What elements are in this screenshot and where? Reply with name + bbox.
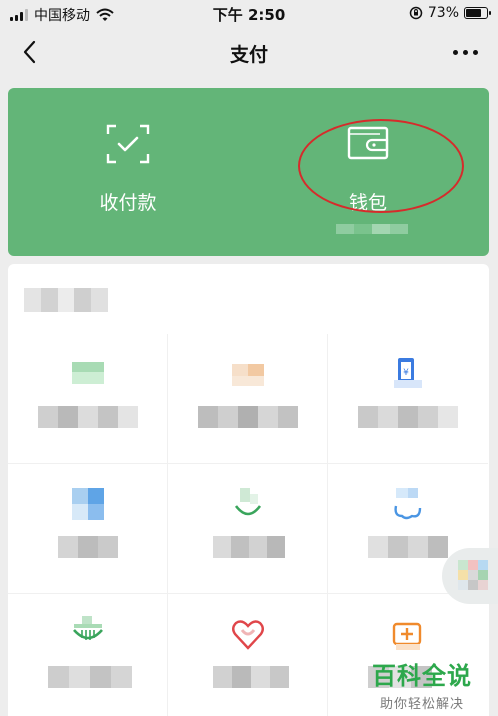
service-tile[interactable]	[8, 594, 168, 716]
battery-percent: 73%	[427, 5, 459, 21]
service-label	[213, 536, 285, 558]
service-tile[interactable]	[168, 334, 328, 464]
assistant-icon	[458, 560, 488, 590]
watermark: 百科全说 助你轻松解决	[362, 656, 482, 712]
credit-card-icon	[72, 362, 104, 384]
service-tile[interactable]: ¥	[328, 334, 488, 464]
services-panel: ¥	[8, 264, 489, 716]
service-label	[198, 406, 298, 428]
section-heading	[24, 288, 108, 312]
blurred-text	[336, 224, 408, 234]
service-label	[48, 666, 132, 688]
more-options-icon[interactable]	[453, 50, 478, 55]
service-tile[interactable]	[168, 464, 328, 594]
service-tile[interactable]	[8, 334, 168, 464]
status-bar: 中国移动 下午 2:50 73%	[0, 0, 498, 28]
watermark-subtitle: 助你轻松解决	[379, 697, 464, 712]
receive-pay-label: 收付款	[99, 192, 157, 214]
utility-icon	[73, 616, 103, 640]
svg-text:¥: ¥	[403, 368, 409, 378]
battery-icon	[464, 7, 491, 19]
floating-assistant-button[interactable]	[442, 548, 498, 604]
scan-qr-icon	[106, 124, 150, 164]
leaf-icon	[234, 488, 262, 516]
service-label	[58, 536, 118, 558]
rotation-lock-icon	[409, 6, 423, 20]
service-tile[interactable]	[168, 594, 328, 716]
loan-icon	[232, 364, 264, 386]
phone-recharge-icon: ¥	[394, 358, 422, 388]
battery-level	[466, 9, 481, 17]
annotation-circle	[298, 119, 464, 213]
charity-heart-icon	[232, 620, 264, 650]
page-title: 支付	[229, 44, 268, 66]
service-label	[213, 666, 289, 688]
service-label	[38, 406, 138, 428]
nav-bar: 支付	[0, 28, 498, 76]
watermark-title: 百科全说	[372, 662, 472, 690]
status-right: 73%	[409, 5, 491, 21]
finance-icon	[72, 488, 104, 520]
cloud-icon	[394, 488, 422, 520]
medical-icon	[392, 622, 422, 650]
service-label	[358, 406, 458, 428]
receive-pay-button[interactable]: 收付款	[8, 88, 248, 256]
service-label	[368, 536, 448, 558]
service-tile[interactable]	[8, 464, 168, 594]
